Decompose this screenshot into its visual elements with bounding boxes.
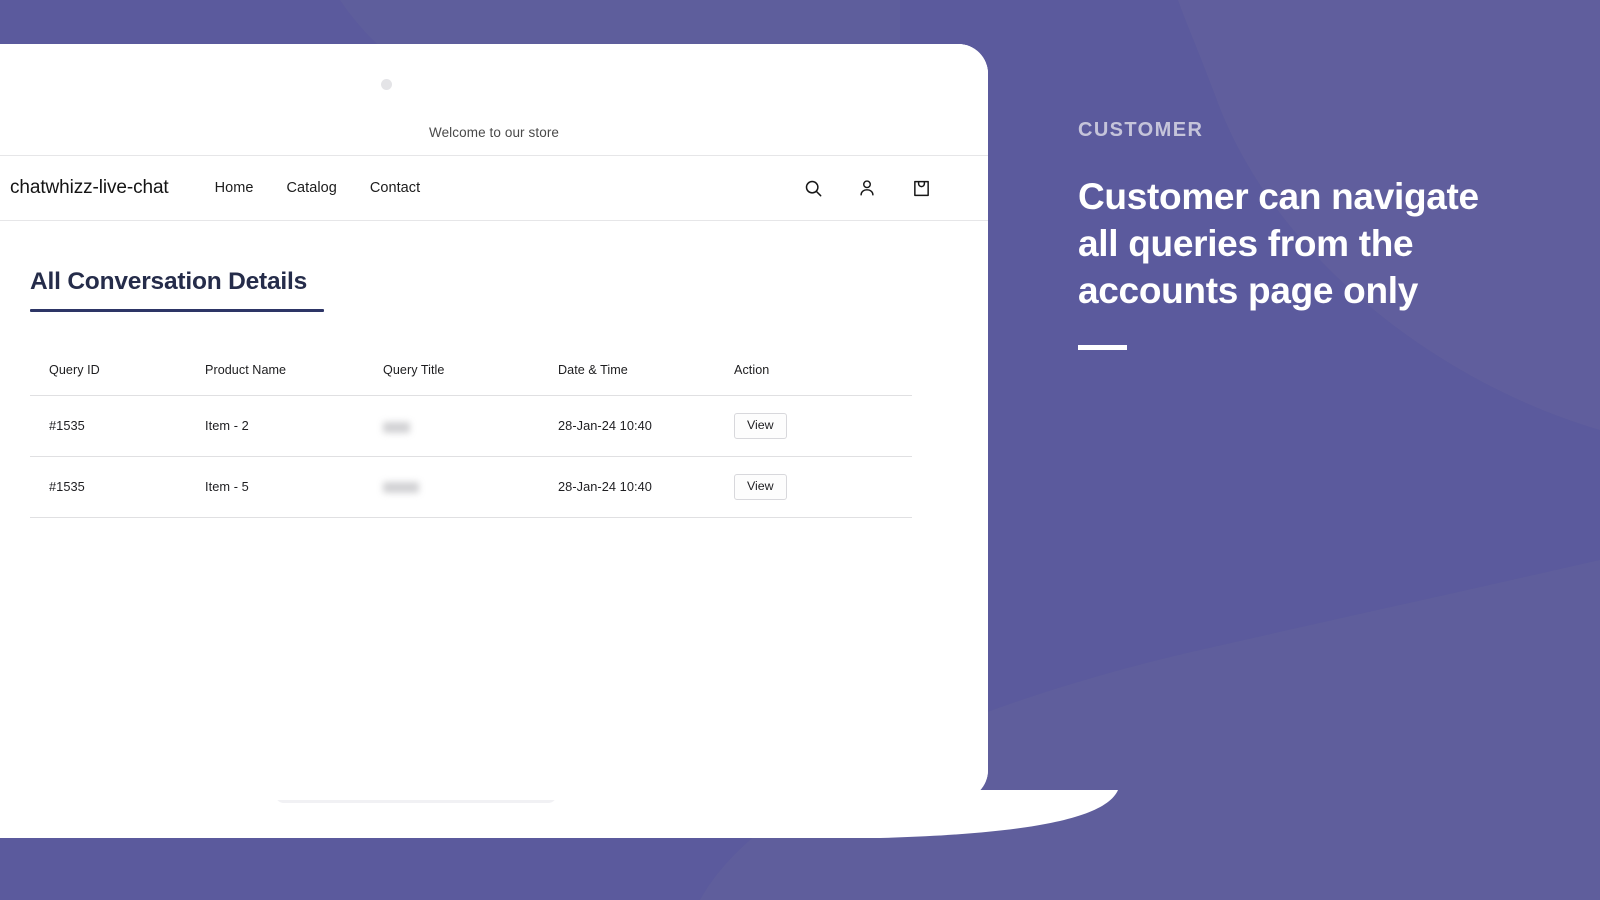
site-header: chatwhizz-live-chat Home Catalog Contact [0, 156, 988, 221]
cart-icon [913, 180, 929, 196]
column-header-action: Action [734, 362, 770, 377]
cell-action: View [734, 395, 912, 456]
nav-link-catalog[interactable]: Catalog [287, 180, 337, 196]
header-actions [796, 171, 938, 205]
promo-eyebrow: CUSTOMER [1078, 119, 1204, 141]
search-icon [805, 180, 821, 196]
column-header-product-name: Product Name [205, 362, 287, 377]
announcement-bar: Welcome to our store [0, 44, 988, 156]
cell-date-time: 28-Jan-24 10:40 [558, 418, 652, 434]
brand-logo[interactable]: chatwhizz-live-chat [10, 177, 169, 199]
column-header-query-title: Query Title [383, 362, 445, 377]
slide-canvas: Welcome to our store chatwhizz-live-chat… [0, 0, 1600, 900]
cell-product-name: Item - 5 [205, 479, 249, 495]
conversations-table: Query ID Product Name Query Title Date &… [30, 363, 912, 518]
page-title-block: All Conversation Details [30, 268, 324, 312]
cell-query-id: #1535 [49, 418, 85, 434]
title-underline [30, 308, 324, 312]
cell-product-name: Item - 2 [205, 418, 249, 434]
search-button[interactable] [796, 171, 830, 205]
table-header-row: Query ID Product Name Query Title Date &… [30, 363, 912, 396]
primary-nav: Home Catalog Contact [215, 180, 421, 196]
column-header-date-time: Date & Time [558, 362, 628, 377]
announcement-text: Welcome to our store [428, 125, 560, 140]
page-title: All Conversation Details [30, 268, 308, 295]
cell-date-time: 28-Jan-24 10:40 [558, 479, 652, 495]
browser-viewport: Welcome to our store chatwhizz-live-chat… [0, 44, 988, 800]
cell-query-title [383, 456, 558, 517]
redacted-text [383, 421, 410, 433]
column-header-query-id: Query ID [49, 362, 100, 377]
table-head: Query ID Product Name Query Title Date &… [30, 363, 912, 396]
cell-action: View [734, 456, 912, 517]
promo-panel: CUSTOMER Customer can navigate all queri… [1078, 118, 1538, 350]
view-button[interactable]: View [734, 412, 787, 439]
account-icon [860, 180, 874, 196]
promo-headline: Customer can navigate all queries from t… [1078, 176, 1479, 311]
promo-underline [1078, 344, 1127, 350]
cell-query-id: #1535 [49, 479, 85, 495]
cart-button[interactable] [904, 171, 938, 205]
device-frame: Welcome to our store chatwhizz-live-chat… [0, 44, 988, 800]
nav-link-home[interactable]: Home [215, 180, 254, 196]
account-button[interactable] [850, 171, 884, 205]
table-row: #1535 Item - 5 28-Jan-24 10:40 View [30, 456, 912, 518]
table-body: #1535 Item - 2 28-Jan-24 10:40 View #153… [30, 395, 912, 518]
cell-query-title [383, 395, 558, 456]
table-row: #1535 Item - 2 28-Jan-24 10:40 View [30, 395, 912, 457]
redacted-text [383, 482, 419, 494]
status-dot-icon [381, 79, 392, 90]
nav-link-contact[interactable]: Contact [370, 180, 420, 196]
conversations-table-wrapper: Query ID Product Name Query Title Date &… [30, 363, 958, 518]
view-button[interactable]: View [734, 473, 787, 500]
page-content: All Conversation Details Query ID Produc… [0, 221, 988, 518]
